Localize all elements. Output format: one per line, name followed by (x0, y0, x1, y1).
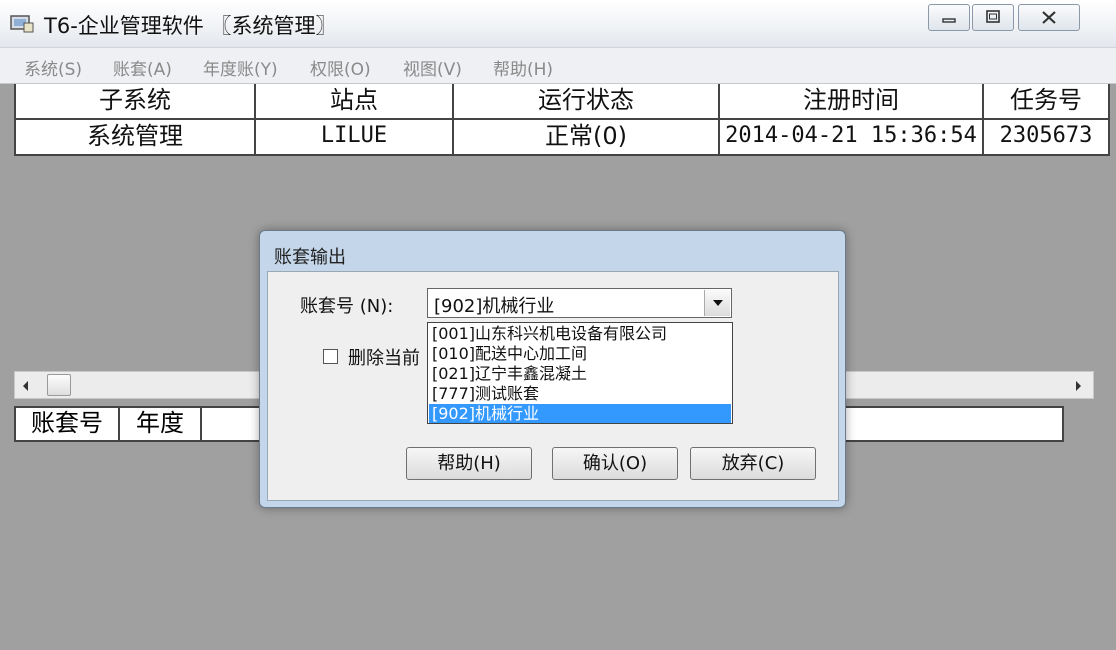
grid-header-task-id: 任务号 (984, 84, 1110, 120)
account-grid-header-year: 年度 (120, 408, 202, 440)
dialog-body: 账套号 (N): [902]机械行业 删除当前 [001]山东科兴机电设备有限公… (267, 271, 839, 501)
menu-help[interactable]: 帮助(H) (493, 55, 553, 80)
title-bar: T6-企业管理软件 〖系统管理〗 (0, 0, 1116, 48)
scroll-left-icon[interactable] (21, 380, 31, 392)
grid-header-status: 运行状态 (454, 84, 720, 120)
menu-view[interactable]: 视图(V) (403, 55, 462, 80)
minimize-button[interactable] (928, 4, 970, 31)
dropdown-option[interactable]: [777]测试账套 (429, 384, 731, 403)
grid-header-subsystem: 子系统 (14, 84, 256, 120)
menu-yearly-account[interactable]: 年度账(Y) (203, 55, 278, 80)
account-number-select[interactable]: [902]机械行业 (427, 288, 732, 318)
account-dropdown-list[interactable]: [001]山东科兴机电设备有限公司 [010]配送中心加工间 [021]辽宁丰鑫… (427, 322, 733, 424)
menu-bar: 系统(S) 账套(A) 年度账(Y) 权限(O) 视图(V) 帮助(H) (0, 48, 1116, 84)
close-button[interactable] (1018, 4, 1080, 31)
chevron-down-icon (713, 300, 723, 306)
menu-system[interactable]: 系统(S) (24, 55, 82, 80)
delete-checkbox[interactable] (323, 349, 338, 364)
grid-header-register-time: 注册时间 (720, 84, 984, 120)
scroll-right-icon[interactable] (1073, 380, 1083, 392)
menu-permission[interactable]: 权限(O) (310, 55, 371, 80)
delete-checkbox-label: 删除当前 (348, 348, 420, 369)
dropdown-option-selected[interactable]: [902]机械行业 (429, 404, 731, 423)
dialog-title: 账套输出 (274, 247, 346, 268)
account-grid-header-id: 账套号 (16, 408, 120, 440)
dropdown-button[interactable] (704, 290, 730, 316)
grid-cell-register-time[interactable]: 2014-04-21 15:36:54 (720, 120, 984, 156)
maximize-icon (986, 10, 1000, 23)
dropdown-option[interactable]: [021]辽宁丰鑫混凝土 (429, 364, 731, 383)
cancel-button[interactable]: 放弃(C) (690, 447, 816, 480)
account-export-dialog: 账套输出 账套号 (N): [902]机械行业 删除当前 [001]山东科兴机电… (259, 230, 846, 508)
grid-cell-task-id[interactable]: 2305673 (984, 120, 1110, 156)
grid-cell-subsystem[interactable]: 系统管理 (14, 120, 256, 156)
help-button[interactable]: 帮助(H) (406, 447, 532, 480)
maximize-button[interactable] (972, 4, 1014, 31)
account-number-value: [902]机械行业 (434, 296, 555, 317)
grid-cell-site[interactable]: LILUE (256, 120, 454, 156)
scroll-thumb[interactable] (47, 374, 71, 396)
account-number-label: 账套号 (N): (300, 296, 394, 317)
confirm-button[interactable]: 确认(O) (552, 447, 678, 480)
grid-header-site: 站点 (256, 84, 454, 120)
dropdown-option[interactable]: [010]配送中心加工间 (429, 344, 731, 363)
minimize-icon (942, 18, 956, 23)
dropdown-option[interactable]: [001]山东科兴机电设备有限公司 (429, 324, 731, 343)
grid-cell-status[interactable]: 正常(0) (454, 120, 720, 156)
close-icon (1042, 11, 1056, 24)
window-title: T6-企业管理软件 〖系统管理〗 (44, 14, 337, 38)
app-icon (10, 15, 34, 33)
menu-account[interactable]: 账套(A) (113, 55, 172, 80)
